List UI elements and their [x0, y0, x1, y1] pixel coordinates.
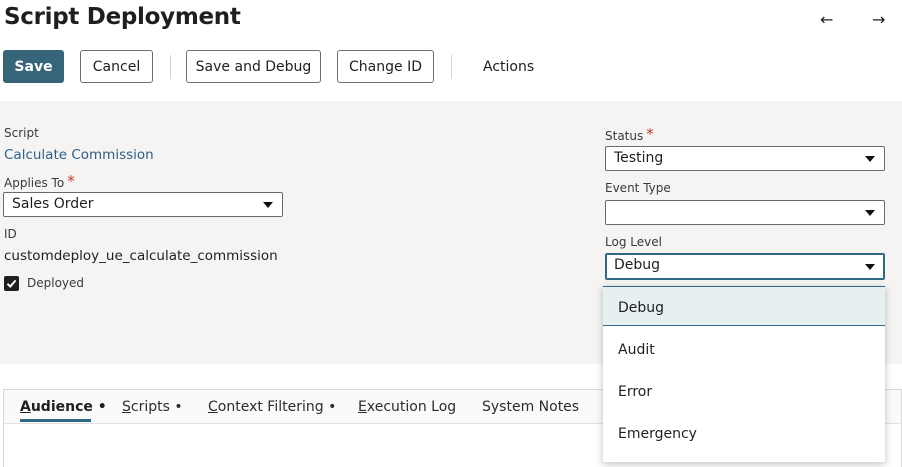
log-level-label: Log Level: [605, 235, 662, 249]
status-value: Testing: [614, 150, 664, 166]
log-level-select[interactable]: Debug: [605, 253, 885, 280]
applies-to-label-text: Applies To: [4, 176, 65, 190]
tab-label: cripts: [130, 399, 170, 415]
tab-context-filtering[interactable]: Context Filtering •: [208, 399, 336, 415]
status-label: Status *: [605, 125, 654, 144]
actions-menu[interactable]: Actions: [483, 59, 534, 75]
log-level-option-debug[interactable]: Debug: [603, 286, 885, 326]
log-level-option-error[interactable]: Error: [603, 371, 885, 411]
status-select[interactable]: Testing: [605, 146, 885, 171]
script-label: Script: [4, 126, 39, 140]
tab-system-notes[interactable]: System Notes: [482, 399, 579, 415]
log-level-option-audit[interactable]: Audit: [603, 329, 885, 369]
tab-dot: •: [92, 399, 107, 415]
applies-to-label: Applies To *: [4, 172, 75, 191]
log-level-value: Debug: [614, 257, 661, 273]
chevron-down-icon: [865, 156, 875, 162]
tab-scripts[interactable]: Scripts •: [122, 399, 183, 415]
tab-accelerator: E: [358, 399, 367, 415]
chevron-down-icon: [263, 202, 273, 208]
required-marker: *: [646, 125, 654, 143]
tab-accelerator: A: [20, 399, 31, 415]
tab-label: System Notes: [482, 399, 580, 415]
tab-accelerator: C: [208, 399, 218, 415]
toolbar-divider: [170, 55, 171, 79]
log-level-dropdown: Debug Audit Error Emergency: [603, 286, 885, 462]
log-level-option-emergency[interactable]: Emergency: [603, 413, 885, 453]
cancel-button[interactable]: Cancel: [80, 50, 153, 83]
toolbar-divider: [451, 55, 452, 79]
id-value: customdeploy_ue_calculate_commission: [4, 248, 278, 264]
save-button[interactable]: Save: [3, 50, 64, 83]
save-and-debug-button[interactable]: Save and Debug: [186, 50, 321, 83]
tab-accelerator: S: [122, 399, 131, 415]
forward-arrow-icon[interactable]: →: [872, 10, 885, 29]
required-marker: *: [67, 172, 75, 190]
applies-to-value: Sales Order: [12, 196, 94, 212]
chevron-down-icon: [865, 210, 875, 216]
change-id-button[interactable]: Change ID: [337, 50, 434, 83]
script-link[interactable]: Calculate Commission: [4, 147, 154, 163]
applies-to-select[interactable]: Sales Order: [3, 192, 283, 217]
deployed-checkbox[interactable]: [4, 276, 19, 291]
toolbar: Save Cancel Save and Debug Change ID Act…: [0, 50, 902, 84]
id-label: ID: [4, 227, 17, 241]
event-type-select[interactable]: [605, 200, 885, 225]
back-arrow-icon[interactable]: ←: [820, 10, 833, 29]
tab-label: ontext Filtering: [217, 399, 324, 415]
tab-audience[interactable]: Audience •: [20, 399, 107, 415]
active-tab-indicator: [20, 419, 91, 422]
tab-label: udience: [30, 399, 93, 415]
tab-dot: •: [169, 399, 183, 415]
chevron-down-icon: [865, 264, 875, 270]
deployed-label: Deployed: [27, 276, 85, 290]
event-type-label: Event Type: [605, 181, 671, 195]
tab-dot: •: [323, 399, 337, 415]
checkmark-icon: [6, 279, 17, 288]
tab-label: xecution Log: [366, 399, 457, 415]
status-label-text: Status: [605, 129, 644, 143]
page-title: Script Deployment: [4, 4, 241, 30]
tab-execution-log[interactable]: Execution Log: [358, 399, 456, 415]
